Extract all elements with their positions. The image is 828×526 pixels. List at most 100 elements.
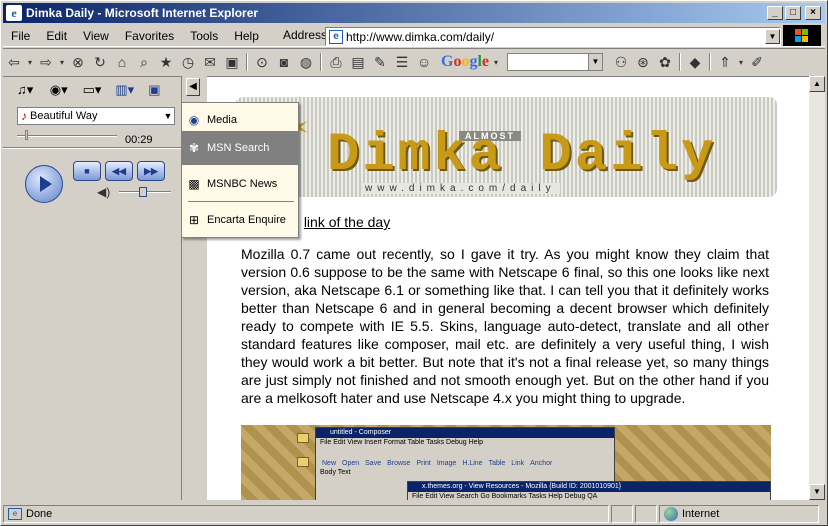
favorites-icon[interactable]: ★ bbox=[156, 52, 176, 72]
status-text-cell: e Done bbox=[3, 505, 609, 523]
print-preview-icon[interactable]: ▤ bbox=[348, 52, 368, 72]
flyout-item-encarta[interactable]: ⊞ Encarta Enquire bbox=[182, 203, 298, 237]
chevron-down-icon[interactable]: ▼ bbox=[162, 111, 174, 121]
internet-zone-icon bbox=[664, 507, 678, 521]
media-flyout-menu: ◉ Media ✾ MSN Search ▩ MSNBC News ⊞ Enca… bbox=[181, 102, 299, 238]
next-button[interactable]: ▶▶ bbox=[137, 161, 165, 181]
site-search-icon[interactable]: ⊛ bbox=[633, 52, 653, 72]
media-pane: ♫▾ ◉▾ ▭▾ ▥▾ ▣ ♪ Beautiful Way ▼ 00:29 ■ … bbox=[3, 76, 181, 500]
track-selector[interactable]: ♪ Beautiful Way ▼ bbox=[17, 107, 175, 125]
page-icon: e bbox=[329, 29, 343, 44]
elapsed-time: 00:29 bbox=[125, 134, 153, 146]
options-icon[interactable]: ▣ bbox=[148, 81, 175, 99]
print-icon[interactable]: ⎙ bbox=[326, 52, 346, 72]
encarta-icon: ⊞ bbox=[188, 213, 200, 227]
search-icon[interactable]: ⌕ bbox=[134, 52, 154, 72]
link-of-the-day[interactable]: link of the day bbox=[304, 214, 390, 230]
scroll-up-button[interactable]: ▲ bbox=[809, 76, 825, 92]
banner-url: www.dimka.com/daily bbox=[361, 183, 560, 194]
globe-icon[interactable]: ◍ bbox=[296, 52, 316, 72]
media-pane-toolbar: ♫▾ ◉▾ ▭▾ ▥▾ ▣ bbox=[3, 77, 181, 103]
maximize-button[interactable]: □ bbox=[785, 6, 801, 20]
status-bar: e Done Internet bbox=[3, 504, 825, 524]
status-text: Done bbox=[26, 508, 53, 520]
edit-icon[interactable]: ✎ bbox=[370, 52, 390, 72]
google-logo: Google bbox=[441, 53, 490, 70]
camera-icon[interactable]: ◙ bbox=[274, 52, 294, 72]
mozilla-window: x.themes.org - View Resources - Mozilla … bbox=[407, 481, 771, 500]
address-dropdown-button[interactable]: ▼ bbox=[765, 29, 780, 44]
title-bar[interactable]: e Dimka Daily - Microsoft Internet Explo… bbox=[3, 3, 825, 23]
menu-tools[interactable]: Tools bbox=[182, 29, 226, 43]
ie-window: e Dimka Daily - Microsoft Internet Explo… bbox=[0, 0, 828, 526]
stop-icon[interactable]: ⊗ bbox=[68, 52, 88, 72]
music-icon[interactable]: ♫▾ bbox=[17, 81, 44, 99]
forward-icon[interactable]: ⇨ bbox=[36, 52, 56, 72]
toolbar-separator bbox=[246, 53, 248, 71]
tv-icon[interactable]: ▭▾ bbox=[83, 81, 110, 99]
menu-help[interactable]: Help bbox=[226, 29, 267, 43]
history-icon[interactable]: ◷ bbox=[178, 52, 198, 72]
radio-icon[interactable]: ◉▾ bbox=[50, 81, 77, 99]
zone-label: Internet bbox=[682, 508, 720, 520]
home-icon[interactable]: ⌂ bbox=[112, 52, 132, 72]
address-url[interactable]: http://www.dimka.com/daily/ bbox=[346, 30, 765, 44]
page-rank-icon[interactable]: ✿ bbox=[655, 52, 675, 72]
menu-favorites[interactable]: Favorites bbox=[117, 29, 182, 43]
menu-view[interactable]: View bbox=[75, 29, 117, 43]
close-button[interactable]: × bbox=[805, 6, 821, 20]
volume-thumb[interactable] bbox=[139, 187, 147, 197]
flyout-item-msnbc-news[interactable]: ▩ MSNBC News bbox=[182, 167, 298, 201]
menu-edit[interactable]: Edit bbox=[38, 29, 75, 43]
forward-dropdown-icon[interactable]: ▾ bbox=[58, 52, 66, 72]
menu-file[interactable]: File bbox=[3, 29, 38, 43]
up-folder-icon[interactable]: ⇑ bbox=[715, 52, 735, 72]
collapse-pane-button[interactable]: ◀ bbox=[186, 78, 200, 96]
mail-icon[interactable]: ✉ bbox=[200, 52, 220, 72]
scroll-down-button[interactable]: ▼ bbox=[809, 484, 825, 500]
address-bar[interactable]: e http://www.dimka.com/daily/ ▼ bbox=[325, 27, 781, 46]
messenger-icon[interactable]: ☺ bbox=[414, 52, 434, 72]
pencil-icon[interactable]: ✐ bbox=[747, 52, 767, 72]
up-dropdown-icon[interactable]: ▾ bbox=[737, 52, 745, 72]
screenshot-image: untitled - Composer File Edit View Inser… bbox=[241, 425, 771, 500]
media-toolbar-icon[interactable]: ▣ bbox=[222, 52, 242, 72]
mozilla-menu: File Edit View Search Go Bookmarks Tasks… bbox=[412, 493, 598, 500]
menu-bar: File Edit View Favorites Tools Help Addr… bbox=[3, 25, 825, 47]
discuss-icon[interactable]: ☰ bbox=[392, 52, 412, 72]
site-logo: Dimka Daily bbox=[327, 125, 717, 186]
msn-butterfly-icon: ✾ bbox=[188, 141, 200, 155]
toolbar-separator bbox=[679, 53, 682, 71]
refresh-icon[interactable]: ↻ bbox=[90, 52, 110, 72]
mozilla-title: x.themes.org - View Resources - Mozilla … bbox=[408, 482, 770, 492]
ie-logo-icon: e bbox=[6, 5, 22, 21]
composer-toolbar: New Open Save Browse Print Image H.Line Table Li… bbox=[322, 460, 553, 467]
seek-bar[interactable] bbox=[17, 130, 117, 140]
google-menu-dropdown-icon[interactable]: ▾ bbox=[492, 52, 500, 72]
minimize-button[interactable]: _ bbox=[767, 6, 783, 20]
article-text: Mozilla 0.7 came out recently, so I gave… bbox=[241, 246, 769, 406]
previous-button[interactable]: ◀◀ bbox=[105, 161, 133, 181]
play-icon bbox=[40, 176, 52, 192]
magnifier-icon[interactable]: ⊙ bbox=[252, 52, 272, 72]
toolbar-separator bbox=[709, 53, 712, 71]
vertical-scrollbar[interactable]: ▲ ▼ bbox=[809, 76, 825, 500]
binoculars-icon[interactable]: ⚇ bbox=[611, 52, 631, 72]
speaker-icon[interactable]: ◀) bbox=[97, 185, 110, 199]
seek-thumb[interactable] bbox=[25, 130, 28, 140]
google-search-dropdown-icon[interactable]: ▼ bbox=[588, 54, 603, 70]
media-guide-icon[interactable]: ▥▾ bbox=[115, 81, 142, 99]
composer-title: untitled - Composer bbox=[316, 428, 614, 438]
composer-menu: File Edit View Insert Format Table Tasks… bbox=[320, 439, 484, 446]
back-icon[interactable]: ⇦ bbox=[4, 52, 24, 72]
volume-slider[interactable] bbox=[119, 187, 171, 197]
stop-button[interactable]: ■ bbox=[73, 161, 101, 181]
play-button[interactable] bbox=[25, 165, 63, 203]
highlight-icon[interactable]: ◆ bbox=[685, 52, 705, 72]
back-dropdown-icon[interactable]: ▾ bbox=[26, 52, 34, 72]
flyout-item-msn-search[interactable]: ✾ MSN Search bbox=[182, 131, 298, 165]
standard-toolbar: ⇦ ▾ ⇨ ▾ ⊗ ↻ ⌂ ⌕ ★ ◷ ✉ ▣ ⊙ ◙ ◍ ⎙ ▤ ✎ ☰ ☺ … bbox=[3, 48, 825, 75]
page-done-icon: e bbox=[8, 508, 22, 520]
media-icon: ◉ bbox=[188, 113, 200, 127]
google-search-input[interactable]: ▼ bbox=[507, 53, 604, 71]
